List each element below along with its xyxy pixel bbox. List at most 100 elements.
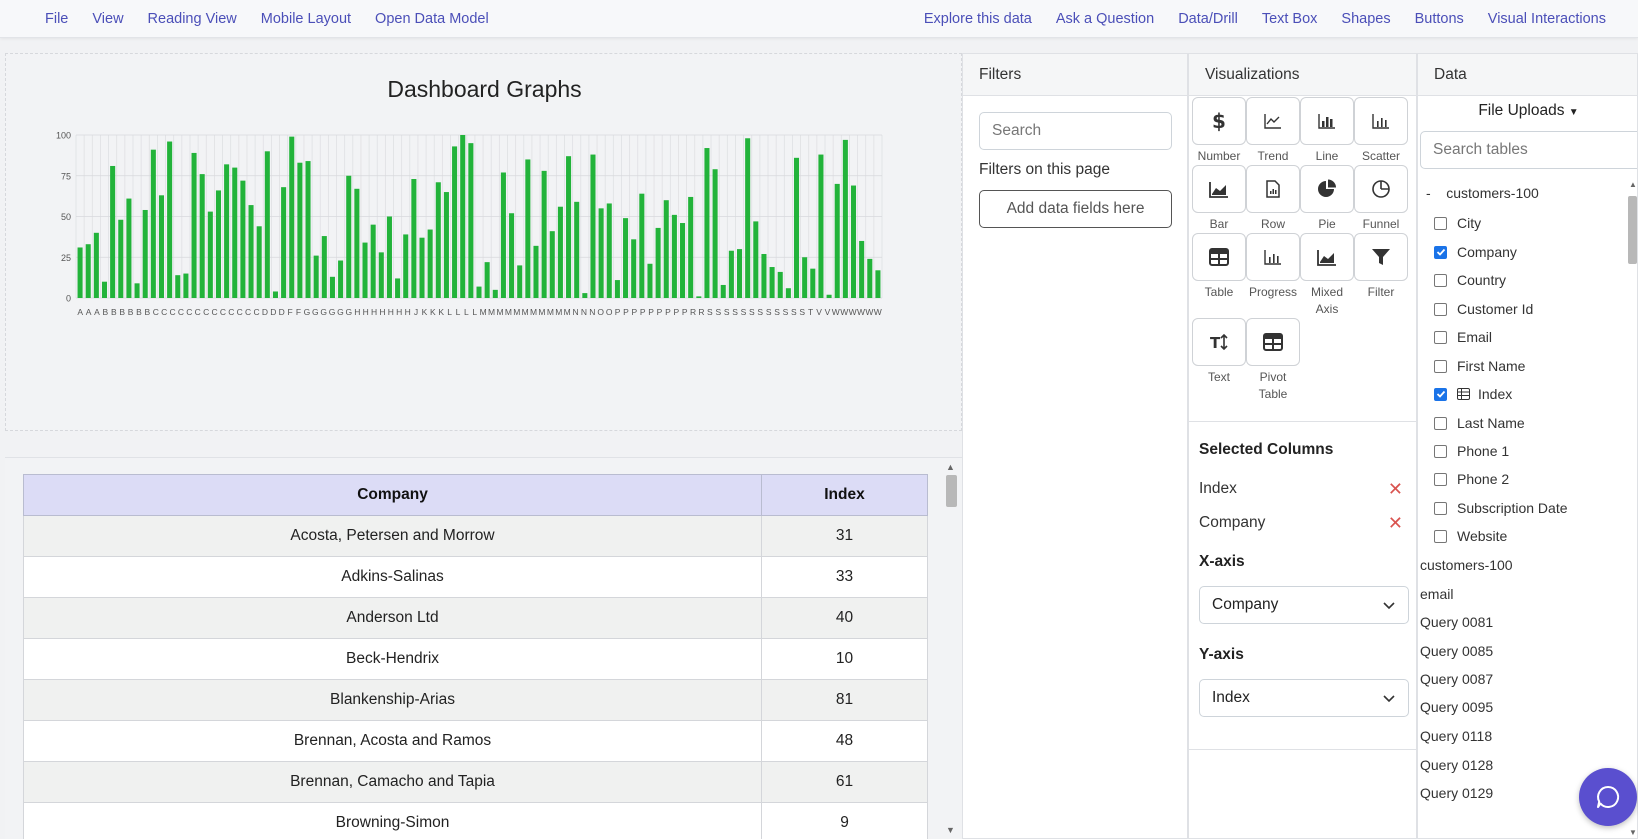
bar[interactable] <box>680 223 686 298</box>
checkbox[interactable] <box>1434 216 1447 230</box>
bar[interactable] <box>859 240 865 298</box>
bar[interactable] <box>215 190 221 298</box>
checkbox[interactable] <box>1434 359 1447 373</box>
field-country[interactable]: Country <box>1434 272 1506 288</box>
y-axis-select[interactable]: Index <box>1199 679 1409 717</box>
bar[interactable] <box>452 146 458 298</box>
bar[interactable] <box>419 237 425 298</box>
bar[interactable] <box>378 252 384 298</box>
bar[interactable] <box>631 239 637 298</box>
bar[interactable] <box>753 221 759 298</box>
checkbox[interactable] <box>1434 330 1447 344</box>
bar[interactable] <box>256 226 262 298</box>
bar[interactable] <box>134 283 140 298</box>
checkbox-checked[interactable] <box>1434 245 1447 259</box>
bar[interactable] <box>240 180 246 298</box>
field-customer-id[interactable]: Customer Id <box>1434 301 1533 317</box>
bar[interactable] <box>460 135 466 298</box>
bar[interactable] <box>745 138 751 298</box>
bar[interactable] <box>500 172 506 298</box>
bar[interactable] <box>549 231 555 298</box>
field-last-name[interactable]: Last Name <box>1434 415 1525 431</box>
checkbox[interactable] <box>1434 444 1447 458</box>
bar[interactable] <box>826 294 832 298</box>
bar[interactable] <box>842 139 848 298</box>
bar[interactable] <box>606 203 612 298</box>
bar[interactable] <box>517 265 523 298</box>
bar[interactable] <box>354 188 360 298</box>
bar[interactable] <box>671 214 677 298</box>
menu-ask-question[interactable]: Ask a Question <box>1056 11 1154 27</box>
query-item[interactable]: Query 0085 <box>1420 643 1493 659</box>
bar[interactable] <box>777 271 783 298</box>
query-item[interactable]: customers-100 <box>1420 557 1513 573</box>
bar[interactable] <box>386 216 392 299</box>
viz-line[interactable]: Line <box>1299 97 1355 165</box>
x-axis-select[interactable]: Company <box>1199 586 1409 624</box>
search-tables-input[interactable]: Search tables <box>1420 131 1637 169</box>
checkbox[interactable] <box>1434 302 1447 316</box>
bar[interactable] <box>761 253 767 298</box>
menu-view[interactable]: View <box>92 11 123 27</box>
bar[interactable] <box>720 284 726 298</box>
file-uploads-dropdown[interactable]: File Uploads ▼ <box>1418 102 1637 120</box>
bar[interactable] <box>875 270 881 298</box>
viz-trend[interactable]: Trend <box>1245 97 1301 165</box>
field-website[interactable]: Website <box>1434 528 1507 544</box>
data-scrollbar[interactable]: ▲ ▼ <box>1627 180 1638 839</box>
bar[interactable] <box>476 286 482 298</box>
bar[interactable] <box>850 185 857 298</box>
bar[interactable] <box>443 192 449 298</box>
bar[interactable] <box>834 183 840 298</box>
bar[interactable] <box>93 232 99 298</box>
field-company[interactable]: Company <box>1434 244 1517 260</box>
remove-column-icon[interactable]: ✕ <box>1388 513 1403 534</box>
viz-filter[interactable]: Filter <box>1353 233 1409 301</box>
bar[interactable] <box>525 159 531 298</box>
viz-row[interactable]: Row <box>1245 165 1301 233</box>
viz-mixed-axis[interactable]: Mixed Axis <box>1299 233 1355 318</box>
bar[interactable] <box>207 211 213 298</box>
scroll-down-arrow-icon[interactable]: ▼ <box>946 825 955 835</box>
bar[interactable] <box>696 296 702 298</box>
menu-buttons[interactable]: Buttons <box>1415 11 1464 27</box>
bar[interactable] <box>272 291 278 298</box>
bar[interactable] <box>566 156 572 298</box>
query-item[interactable]: Query 0118 <box>1420 728 1492 744</box>
bar[interactable] <box>232 167 238 298</box>
bar[interactable] <box>110 165 116 298</box>
bar[interactable] <box>297 162 303 298</box>
bar[interactable] <box>639 193 645 298</box>
bar[interactable] <box>769 267 775 298</box>
viz-table[interactable]: Table <box>1191 233 1247 301</box>
viz-text[interactable]: T Text <box>1191 318 1247 386</box>
menu-visual-interactions[interactable]: Visual Interactions <box>1488 11 1606 27</box>
scrollbar-thumb[interactable] <box>946 475 957 507</box>
chart-panel[interactable]: Dashboard Graphs 0 25 50 75 100 A A A B B B B B B C C C C… <box>5 53 962 431</box>
bar[interactable] <box>329 276 335 298</box>
bar[interactable] <box>509 213 515 298</box>
chat-button[interactable] <box>1579 768 1637 826</box>
column-header-index[interactable]: Index <box>761 474 928 516</box>
viz-bar[interactable]: Bar <box>1191 165 1247 233</box>
bar[interactable] <box>199 174 205 298</box>
field-phone-1[interactable]: Phone 1 <box>1434 443 1509 459</box>
menu-text-box[interactable]: Text Box <box>1262 11 1318 27</box>
bar[interactable] <box>793 157 800 298</box>
checkbox[interactable] <box>1434 529 1447 543</box>
viz-scatter[interactable]: Scatter <box>1353 97 1409 165</box>
bar[interactable] <box>281 187 287 298</box>
bar[interactable] <box>655 227 661 298</box>
bar[interactable] <box>663 200 669 298</box>
bar[interactable] <box>614 280 620 298</box>
field-city[interactable]: City <box>1434 215 1481 231</box>
menu-reading-view[interactable]: Reading View <box>148 11 237 27</box>
bar[interactable] <box>167 141 173 298</box>
bar[interactable] <box>175 275 181 298</box>
menu-shapes[interactable]: Shapes <box>1341 11 1390 27</box>
bar[interactable] <box>704 148 710 298</box>
scrollbar-thumb[interactable] <box>1628 196 1637 264</box>
bar[interactable] <box>142 209 148 298</box>
scroll-up-arrow-icon[interactable]: ▲ <box>946 462 955 472</box>
bar[interactable] <box>150 149 156 298</box>
